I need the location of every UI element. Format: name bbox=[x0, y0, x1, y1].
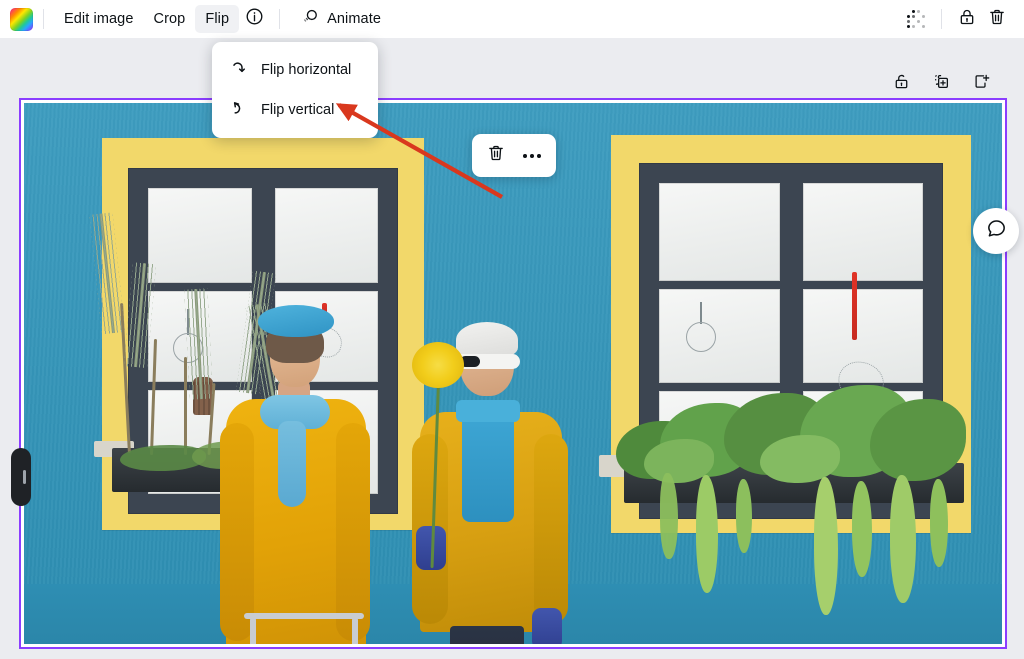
walking-frame-leg bbox=[352, 617, 358, 644]
transparency-button[interactable] bbox=[901, 4, 931, 34]
transparency-icon bbox=[907, 10, 925, 28]
flip-dropdown-menu: Flip horizontal Flip vertical bbox=[212, 42, 378, 138]
man-arm-right bbox=[534, 434, 568, 624]
canva-image-editor: Edit image Crop Flip Animate Flip horizo… bbox=[0, 0, 1024, 659]
trailing-vine bbox=[736, 479, 752, 553]
woman-scarf-tail bbox=[278, 421, 306, 507]
woman-arm-right bbox=[336, 423, 370, 641]
duplicate-button[interactable] bbox=[927, 70, 955, 98]
delete-button[interactable] bbox=[982, 4, 1012, 34]
woman-arm-left bbox=[220, 423, 254, 641]
add-page-button[interactable] bbox=[967, 70, 995, 98]
menu-item-flip-horizontal[interactable]: Flip horizontal bbox=[212, 50, 378, 90]
animate-button[interactable]: Animate bbox=[290, 5, 391, 33]
flip-vertical-icon bbox=[228, 98, 249, 123]
window-pane bbox=[659, 289, 780, 384]
edit-image-button[interactable]: Edit image bbox=[54, 5, 144, 33]
man-hair bbox=[456, 322, 518, 358]
rainbow-color-swatch[interactable] bbox=[10, 7, 33, 31]
element-floating-toolbar bbox=[472, 134, 556, 177]
plant-stalk bbox=[184, 357, 187, 455]
flip-horizontal-icon bbox=[228, 58, 249, 83]
duplicate-icon bbox=[932, 72, 951, 96]
person-woman bbox=[220, 303, 370, 644]
info-button[interactable] bbox=[239, 4, 269, 34]
man-collar bbox=[456, 400, 520, 422]
more-options-icon bbox=[522, 153, 542, 158]
man-glove bbox=[532, 608, 562, 644]
comment-bubble-icon bbox=[985, 217, 1008, 245]
trash-icon bbox=[987, 7, 1007, 32]
info-icon bbox=[245, 7, 264, 31]
toolbar-divider bbox=[43, 9, 44, 29]
flip-label: Flip bbox=[205, 11, 230, 27]
trailing-vine bbox=[930, 479, 948, 567]
element-delete-button[interactable] bbox=[480, 140, 512, 172]
unlock-icon bbox=[892, 72, 911, 96]
animate-label: Animate bbox=[327, 11, 382, 27]
window-pane bbox=[274, 188, 378, 284]
window-pane bbox=[802, 183, 923, 282]
menu-item-flip-vertical[interactable]: Flip vertical bbox=[212, 90, 378, 130]
edit-image-label: Edit image bbox=[64, 11, 134, 27]
photo-image[interactable] bbox=[24, 103, 1002, 644]
canvas-action-group bbox=[887, 70, 995, 98]
hanging-ring-decoration bbox=[686, 322, 716, 352]
crop-button[interactable]: Crop bbox=[144, 5, 196, 33]
toolbar-left-group: Edit image Crop Flip Animate bbox=[0, 0, 391, 38]
element-more-options-button[interactable] bbox=[516, 140, 548, 172]
window-pane bbox=[659, 183, 780, 282]
yellow-flower bbox=[412, 342, 464, 388]
person-man bbox=[406, 308, 568, 644]
toolbar-divider-3 bbox=[941, 9, 942, 29]
animate-icon bbox=[300, 7, 320, 31]
hanging-red-ribbon bbox=[851, 272, 857, 340]
woman-beret bbox=[258, 305, 334, 337]
fern-frond bbox=[134, 263, 147, 368]
top-toolbar: Edit image Crop Flip Animate bbox=[0, 0, 1024, 38]
man-trousers bbox=[450, 626, 524, 644]
fern-frond bbox=[194, 289, 203, 400]
trailing-vine bbox=[852, 481, 872, 577]
toolbar-right-group bbox=[901, 0, 1024, 38]
design-canvas[interactable] bbox=[11, 98, 1019, 649]
trailing-vine bbox=[890, 475, 916, 603]
toolbar-divider-2 bbox=[279, 9, 281, 29]
flip-button[interactable]: Flip bbox=[195, 5, 240, 33]
flip-horizontal-label: Flip horizontal bbox=[261, 62, 352, 78]
fern-frond bbox=[99, 213, 115, 334]
lock-button[interactable] bbox=[952, 4, 982, 34]
walking-frame-leg bbox=[250, 617, 256, 644]
unlock-button[interactable] bbox=[887, 70, 915, 98]
trailing-vine bbox=[814, 477, 838, 615]
canvas-content bbox=[24, 103, 1002, 644]
window-pane bbox=[148, 188, 252, 284]
hanging-string bbox=[700, 302, 702, 324]
comment-button[interactable] bbox=[973, 208, 1019, 254]
crop-label: Crop bbox=[153, 11, 186, 27]
trailing-vine bbox=[696, 475, 718, 593]
add-page-icon bbox=[972, 72, 991, 96]
lock-icon bbox=[957, 7, 977, 32]
flip-vertical-label: Flip vertical bbox=[261, 102, 335, 118]
walking-frame bbox=[244, 613, 364, 619]
panel-handle[interactable] bbox=[11, 448, 31, 506]
trash-icon bbox=[486, 143, 506, 168]
